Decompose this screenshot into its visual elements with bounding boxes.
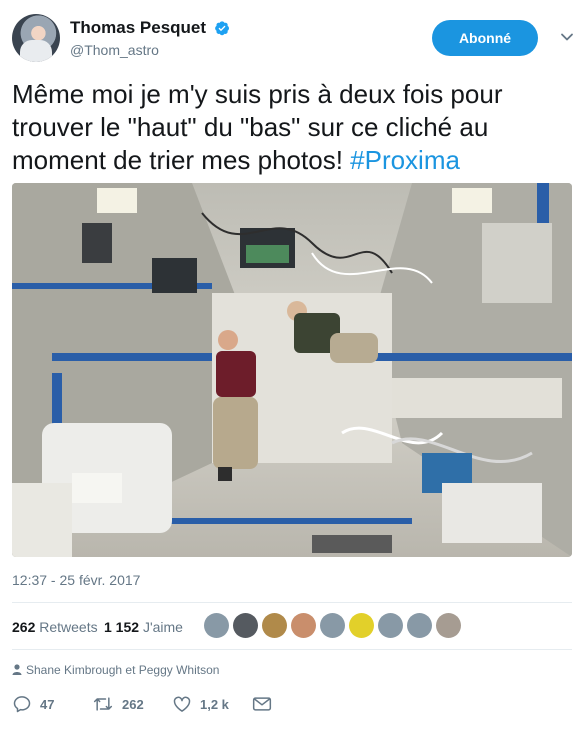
retweet-icon — [93, 697, 113, 711]
liker-avatar[interactable] — [407, 613, 432, 638]
retweets-count: 262 — [12, 619, 36, 635]
tweet-timestamp[interactable]: 12:37 - 25 févr. 2017 — [12, 572, 140, 588]
verified-badge-icon — [214, 21, 229, 36]
liker-avatar[interactable] — [349, 613, 374, 638]
reply-icon — [13, 696, 31, 713]
liker-avatar[interactable] — [204, 613, 229, 638]
tweet-stats: 262 Retweets 1 152 J'aime — [12, 603, 572, 649]
envelope-icon — [252, 697, 272, 711]
likes-label: J'aime — [142, 619, 183, 635]
liker-avatar[interactable] — [378, 613, 403, 638]
tweet-text: Même moi je m'y suis pris à deux fois po… — [12, 78, 572, 177]
liker-avatar[interactable] — [436, 613, 461, 638]
likes-count: 1 152 — [104, 619, 140, 635]
hashtag-link[interactable]: #Proxima — [350, 145, 460, 175]
tweet-photo[interactable] — [12, 183, 572, 557]
iss-interior-image — [12, 183, 572, 557]
tweet-header: Thomas Pesquet @Thom_astro Abonné — [12, 14, 574, 66]
retweets-label: Retweets — [39, 619, 98, 635]
tagged-users-text: Shane Kimbrough et Peggy Whitson — [26, 663, 220, 677]
heart-icon — [173, 696, 191, 712]
chevron-down-icon[interactable] — [560, 30, 574, 44]
divider — [12, 649, 572, 650]
retweet-count: 262 — [122, 696, 144, 712]
direct-message-button[interactable] — [252, 692, 272, 716]
person-icon — [12, 664, 22, 675]
author-avatar[interactable] — [12, 14, 60, 62]
author-handle[interactable]: @Thom_astro — [70, 42, 159, 58]
liker-avatar[interactable] — [262, 613, 287, 638]
like-count: 1,2 k — [200, 696, 229, 712]
reply-button[interactable]: 47 — [12, 692, 54, 716]
author-name-wrap: Thomas Pesquet — [70, 18, 230, 38]
following-button[interactable]: Abonné — [432, 20, 538, 56]
tweet-actions: 47 262 1,2 k — [12, 692, 572, 718]
reply-count: 47 — [40, 696, 55, 712]
tagged-users[interactable]: Shane Kimbrough et Peggy Whitson — [12, 663, 219, 677]
liker-avatar[interactable] — [320, 613, 345, 638]
likes-stat[interactable]: 1 152 J'aime — [104, 619, 183, 635]
liker-avatar[interactable] — [291, 613, 316, 638]
retweets-stat[interactable]: 262 Retweets — [12, 619, 98, 635]
like-button[interactable]: 1,2 k — [172, 692, 229, 716]
liker-avatar[interactable] — [233, 613, 258, 638]
author-name[interactable]: Thomas Pesquet — [70, 18, 206, 38]
retweet-button[interactable]: 262 — [92, 692, 144, 716]
